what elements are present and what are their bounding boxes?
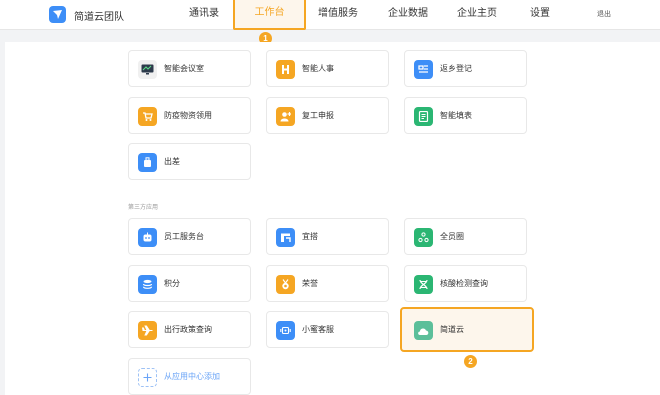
top-navigation-bar: 简道云团队 通讯录 工作台 增值服务 企业数据 企业主页 设置 退出 bbox=[0, 0, 660, 30]
luggage-icon bbox=[138, 153, 157, 172]
app-label: 积分 bbox=[164, 279, 180, 288]
nav-enterprise-homepage[interactable]: 企业主页 bbox=[447, 0, 507, 30]
nav-value-added-services[interactable]: 增值服务 bbox=[308, 0, 368, 30]
app-card-yida[interactable]: 宜搭 bbox=[266, 218, 389, 255]
app-card-smart-form[interactable]: 智能填表 bbox=[404, 97, 527, 134]
plane-icon bbox=[138, 321, 157, 340]
monitor-icon bbox=[138, 60, 157, 79]
app-label: 返乡登记 bbox=[440, 64, 472, 73]
app-card-all-staff-circle[interactable]: 全员圈 bbox=[404, 218, 527, 255]
app-label: 出差 bbox=[164, 157, 180, 166]
app-card-honor[interactable]: 荣誉 bbox=[266, 265, 389, 302]
app-logo-icon bbox=[49, 6, 66, 23]
cart-icon bbox=[138, 107, 157, 126]
app-card-nucleic-acid-query[interactable]: 核酸检测查询 bbox=[404, 265, 527, 302]
add-from-app-center-button[interactable]: 从应用中心添加 bbox=[128, 358, 251, 395]
person-card-icon bbox=[276, 60, 295, 79]
app-label: 全员圈 bbox=[440, 232, 464, 241]
app-label: 荣誉 bbox=[302, 279, 318, 288]
logout-link[interactable]: 退出 bbox=[597, 9, 611, 19]
step-badge-2: 2 bbox=[464, 355, 477, 368]
app-card-business-trip[interactable]: 出差 bbox=[128, 143, 251, 180]
app-label: 智能会议室 bbox=[164, 64, 204, 73]
dna-icon bbox=[414, 275, 433, 294]
service-icon bbox=[276, 321, 295, 340]
nav-settings[interactable]: 设置 bbox=[522, 0, 558, 30]
return-home-icon bbox=[414, 60, 433, 79]
add-app-label: 从应用中心添加 bbox=[164, 372, 220, 381]
app-label: 智能人事 bbox=[302, 64, 334, 73]
app-card-jiandaoyun[interactable]: 简道云 bbox=[400, 307, 534, 352]
app-label: 员工服务台 bbox=[164, 232, 204, 241]
nav-enterprise-data[interactable]: 企业数据 bbox=[378, 0, 438, 30]
app-card-employee-service[interactable]: 员工服务台 bbox=[128, 218, 251, 255]
brand-name: 简道云团队 bbox=[74, 12, 124, 23]
user-add-icon bbox=[276, 107, 295, 126]
third-party-section-label: 第三方应用 bbox=[128, 205, 159, 211]
app-label: 简道云 bbox=[440, 325, 464, 334]
app-card-smart-hr[interactable]: 智能人事 bbox=[266, 50, 389, 87]
form-icon bbox=[414, 107, 433, 126]
app-card-points[interactable]: 积分 bbox=[128, 265, 251, 302]
app-label: 防疫物资领用 bbox=[164, 111, 212, 120]
app-label: 宜搭 bbox=[302, 232, 318, 241]
app-card-meeting-room[interactable]: 智能会议室 bbox=[128, 50, 251, 87]
app-card-resume-work[interactable]: 复工申报 bbox=[266, 97, 389, 134]
app-card-return-home[interactable]: 返乡登记 bbox=[404, 50, 527, 87]
nav-workbench[interactable]: 工作台 bbox=[233, 0, 306, 30]
nav-contacts[interactable]: 通讯录 bbox=[176, 0, 232, 30]
circle-icon bbox=[414, 228, 433, 247]
plus-icon bbox=[138, 368, 157, 387]
app-label: 智能填表 bbox=[440, 111, 472, 120]
yida-icon bbox=[276, 228, 295, 247]
app-label: 复工申报 bbox=[302, 111, 334, 120]
medal-icon bbox=[276, 275, 295, 294]
app-label: 小蜜客服 bbox=[302, 325, 334, 334]
app-label: 出行政策查询 bbox=[164, 325, 212, 334]
app-label: 核酸检测查询 bbox=[440, 279, 488, 288]
robot-icon bbox=[138, 228, 157, 247]
app-card-xiaomi-service[interactable]: 小蜜客服 bbox=[266, 311, 389, 348]
coins-icon bbox=[138, 275, 157, 294]
app-card-epidemic-supplies[interactable]: 防疫物资领用 bbox=[128, 97, 251, 134]
cloud-icon bbox=[414, 321, 433, 340]
app-card-travel-policy[interactable]: 出行政策查询 bbox=[128, 311, 251, 348]
